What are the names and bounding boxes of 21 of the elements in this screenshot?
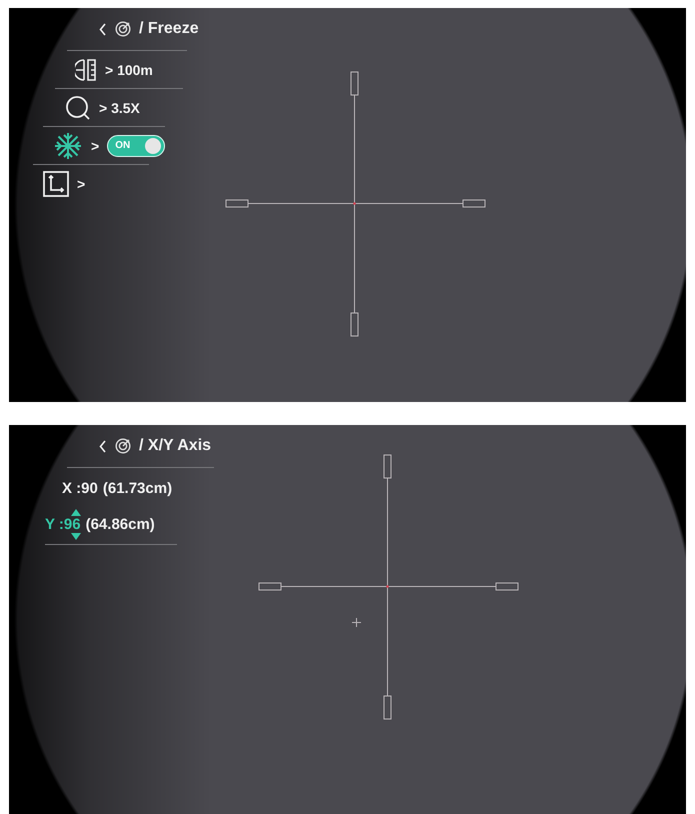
- menu-title: / Freeze: [139, 20, 199, 38]
- magnifier-icon[interactable]: [65, 94, 91, 120]
- back-icon[interactable]: [99, 440, 107, 452]
- axes-icon[interactable]: [43, 170, 69, 196]
- menu-value[interactable]: >: [91, 138, 100, 154]
- target-icon: [115, 438, 131, 454]
- axis-distance: (64.86cm): [86, 516, 155, 533]
- range-ruler-icon[interactable]: [75, 58, 97, 82]
- target-icon: [115, 21, 131, 37]
- plus-marker-icon: [352, 618, 361, 627]
- menu-value[interactable]: > 3.5X: [99, 100, 140, 116]
- back-icon[interactable]: [99, 22, 107, 36]
- menu-value[interactable]: >: [77, 176, 86, 192]
- down-arrow-icon[interactable]: [71, 533, 81, 540]
- axis-distance: (61.73cm): [102, 480, 172, 497]
- axis-value[interactable]: X :90: [62, 480, 98, 497]
- axis-value[interactable]: Y :96: [45, 516, 81, 533]
- menu-value[interactable]: > 100m: [105, 62, 153, 78]
- menu-title: / X/Y Axis: [139, 437, 212, 455]
- up-arrow-icon[interactable]: [71, 509, 81, 516]
- snowflake-icon[interactable]: [53, 130, 83, 160]
